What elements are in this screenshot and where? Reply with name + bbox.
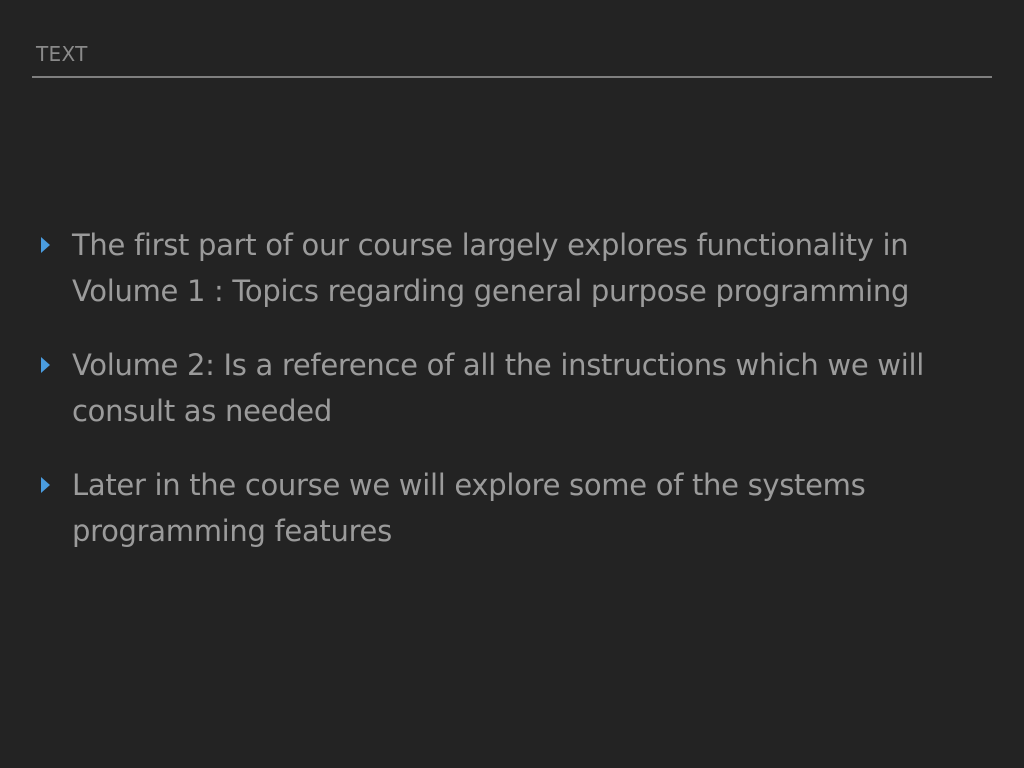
- bullet-list: The first part of our course largely exp…: [38, 222, 988, 582]
- bullet-item: Later in the course we will explore some…: [38, 462, 988, 554]
- triangle-right-icon: [41, 237, 50, 253]
- triangle-right-icon: [41, 357, 50, 373]
- triangle-right-icon: [41, 477, 50, 493]
- slide: TEXT The first part of our course largel…: [0, 0, 1024, 768]
- bullet-text: Volume 2: Is a reference of all the inst…: [72, 348, 924, 428]
- bullet-item: The first part of our course largely exp…: [38, 222, 988, 314]
- bullet-text: Later in the course we will explore some…: [72, 468, 866, 548]
- bullet-text: The first part of our course largely exp…: [72, 228, 910, 308]
- bullet-item: Volume 2: Is a reference of all the inst…: [38, 342, 988, 434]
- slide-header-label: TEXT: [36, 42, 88, 66]
- header-divider: [32, 76, 992, 78]
